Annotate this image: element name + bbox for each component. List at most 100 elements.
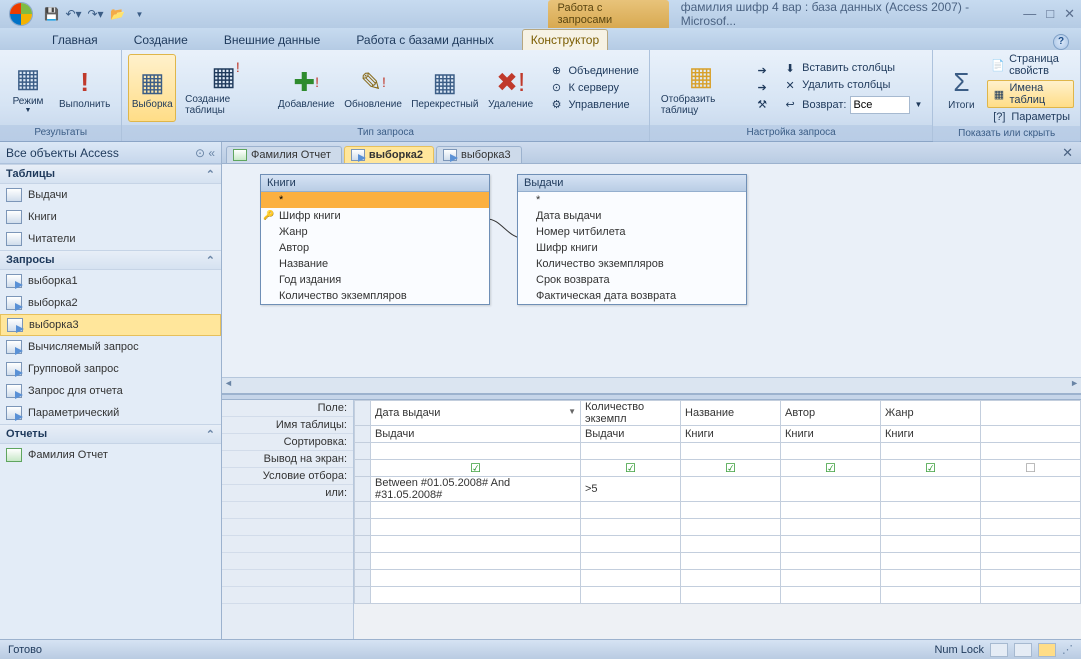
undo-icon[interactable]: ↶▾ bbox=[66, 6, 82, 22]
grid-cell[interactable]: Автор bbox=[781, 401, 881, 426]
field-item[interactable]: Шифр книги bbox=[518, 240, 746, 256]
table-names-button[interactable]: ▦Имена таблиц bbox=[987, 80, 1074, 108]
document-tab[interactable]: выборка3 bbox=[436, 146, 522, 163]
horizontal-scrollbar[interactable] bbox=[222, 377, 1081, 393]
grid-cell[interactable]: Between #01.05.2008# And #31.05.2008# bbox=[371, 477, 581, 502]
field-item[interactable]: Жанр bbox=[261, 224, 489, 240]
table-box-issues[interactable]: Выдачи * Дата выдачи Номер читбилета Шиф… bbox=[517, 174, 747, 305]
builder-button[interactable]: ⚒ bbox=[750, 97, 774, 112]
parameters-button[interactable]: [?]Параметры bbox=[987, 110, 1074, 124]
update-button[interactable]: ✎! Обновление bbox=[341, 54, 404, 122]
view-datasheet-button[interactable] bbox=[990, 643, 1008, 657]
maximize-button[interactable]: □ bbox=[1046, 6, 1054, 22]
delete-query-button[interactable]: ✖! Удаление bbox=[485, 54, 537, 122]
grid-cell[interactable]: Название bbox=[681, 401, 781, 426]
grid-cell[interactable]: Выдачи bbox=[581, 426, 681, 443]
nav-section-reports[interactable]: Отчеты⌃ bbox=[0, 424, 221, 444]
view-button[interactable]: ▦ Режим▼ bbox=[6, 54, 50, 122]
field-item[interactable]: Номер читбилета bbox=[518, 224, 746, 240]
grid-cell[interactable]: Количество экземпл bbox=[581, 401, 681, 426]
grid-cell[interactable]: Книги bbox=[781, 426, 881, 443]
grid-cell[interactable]: ☑ bbox=[371, 460, 581, 477]
tab-external-data[interactable]: Внешние данные bbox=[216, 30, 329, 50]
view-sql-button[interactable] bbox=[1014, 643, 1032, 657]
dropdown-icon[interactable]: ▼ bbox=[568, 407, 576, 416]
nav-header[interactable]: Все объекты Access ⊙ « bbox=[0, 142, 221, 164]
field-all[interactable]: * bbox=[518, 192, 746, 208]
maketable-button[interactable]: ▦! Создание таблицы bbox=[180, 54, 271, 122]
checkbox-checked-icon[interactable]: ☑ bbox=[375, 461, 576, 475]
grid-cell[interactable]: Книги bbox=[881, 426, 981, 443]
open-icon[interactable]: 📂 bbox=[110, 6, 126, 22]
field-item[interactable]: Срок возврата bbox=[518, 272, 746, 288]
query-designer-top[interactable]: Книги * Шифр книги Жанр Автор Название Г… bbox=[222, 164, 1081, 394]
tab-database-tools[interactable]: Работа с базами данных bbox=[348, 30, 501, 50]
tab-design[interactable]: Конструктор bbox=[522, 29, 608, 50]
checkbox-empty-icon[interactable]: ☐ bbox=[985, 461, 1076, 475]
redo-icon[interactable]: ↷▾ bbox=[88, 6, 104, 22]
field-item[interactable]: Название bbox=[261, 256, 489, 272]
return-combo[interactable] bbox=[850, 96, 910, 114]
grid-cell[interactable] bbox=[371, 443, 581, 460]
crosstab-button[interactable]: ▦ Перекрестный bbox=[409, 54, 481, 122]
resize-grip-icon[interactable]: ⋰ bbox=[1062, 643, 1073, 656]
select-query-button[interactable]: ▦ Выборка bbox=[128, 54, 176, 122]
field-item[interactable]: Количество экземпляров bbox=[518, 256, 746, 272]
insert-columns-button[interactable]: ⬇Вставить столбцы bbox=[778, 61, 926, 76]
checkbox-checked-icon[interactable]: ☑ bbox=[785, 461, 876, 475]
run-button[interactable]: ! Выполнить bbox=[54, 54, 115, 122]
save-icon[interactable]: 💾 bbox=[44, 6, 60, 22]
delete-columns-button[interactable]: ✕Удалить столбцы bbox=[778, 78, 926, 93]
document-tab[interactable]: выборка2 bbox=[344, 146, 434, 163]
delete-rows-button[interactable]: ➔ bbox=[750, 80, 774, 95]
close-button[interactable]: ✕ bbox=[1064, 6, 1075, 22]
nav-query-item[interactable]: выборка2 bbox=[0, 292, 221, 314]
nav-table-item[interactable]: Читатели bbox=[0, 228, 221, 250]
field-all[interactable]: * bbox=[261, 192, 489, 208]
grid-cell[interactable]: Жанр bbox=[881, 401, 981, 426]
nav-section-queries[interactable]: Запросы⌃ bbox=[0, 250, 221, 270]
nav-table-item[interactable]: Выдачи bbox=[0, 184, 221, 206]
checkbox-checked-icon[interactable]: ☑ bbox=[885, 461, 976, 475]
nav-report-item[interactable]: Фамилия Отчет bbox=[0, 444, 221, 466]
nav-section-tables[interactable]: Таблицы⌃ bbox=[0, 164, 221, 184]
table-box-books[interactable]: Книги * Шифр книги Жанр Автор Название Г… bbox=[260, 174, 490, 305]
insert-rows-button[interactable]: ➔ bbox=[750, 63, 774, 78]
grid-cell[interactable]: Выдачи bbox=[371, 426, 581, 443]
nav-query-item[interactable]: выборка3 bbox=[0, 314, 221, 336]
append-button[interactable]: ✚! Добавление bbox=[275, 54, 337, 122]
grid-cell[interactable] bbox=[981, 401, 1081, 426]
datadef-button[interactable]: ⚙Управление bbox=[545, 97, 643, 112]
field-item[interactable]: Автор bbox=[261, 240, 489, 256]
qat-dropdown-icon[interactable]: ▼ bbox=[132, 6, 148, 22]
checkbox-checked-icon[interactable]: ☑ bbox=[585, 461, 676, 475]
grid-cell[interactable]: Дата выдачи▼ bbox=[371, 401, 581, 426]
property-sheet-button[interactable]: 📄Страница свойств bbox=[987, 52, 1074, 78]
field-item[interactable]: Год издания bbox=[261, 272, 489, 288]
checkbox-checked-icon[interactable]: ☑ bbox=[685, 461, 776, 475]
field-item[interactable]: Фактическая дата возврата bbox=[518, 288, 746, 304]
tab-home[interactable]: Главная bbox=[44, 30, 106, 50]
nav-query-item[interactable]: Параметрический bbox=[0, 402, 221, 424]
view-design-button[interactable] bbox=[1038, 643, 1056, 657]
grid-cell[interactable]: Книги bbox=[681, 426, 781, 443]
field-item[interactable]: Количество экземпляров bbox=[261, 288, 489, 304]
nav-query-item[interactable]: выборка1 bbox=[0, 270, 221, 292]
field-item[interactable]: Шифр книги bbox=[261, 208, 489, 224]
tab-create[interactable]: Создание bbox=[126, 30, 196, 50]
nav-query-item[interactable]: Групповой запрос bbox=[0, 358, 221, 380]
grid-cell[interactable]: >5 bbox=[581, 477, 681, 502]
document-tab[interactable]: Фамилия Отчет bbox=[226, 146, 342, 163]
nav-query-item[interactable]: Запрос для отчета bbox=[0, 380, 221, 402]
nav-filter-icon[interactable]: ⊙ « bbox=[195, 146, 215, 160]
office-button[interactable] bbox=[2, 0, 40, 28]
passthrough-button[interactable]: ⊙К серверу bbox=[545, 80, 643, 95]
nav-table-item[interactable]: Книги bbox=[0, 206, 221, 228]
union-button[interactable]: ⊕Объединение bbox=[545, 63, 643, 78]
col-selector[interactable] bbox=[355, 401, 371, 426]
field-item[interactable]: Дата выдачи bbox=[518, 208, 746, 224]
minimize-button[interactable]: — bbox=[1023, 6, 1036, 22]
totals-button[interactable]: Σ Итоги bbox=[939, 54, 983, 122]
close-tab-button[interactable]: ✕ bbox=[1062, 145, 1073, 161]
nav-query-item[interactable]: Вычисляемый запрос bbox=[0, 336, 221, 358]
